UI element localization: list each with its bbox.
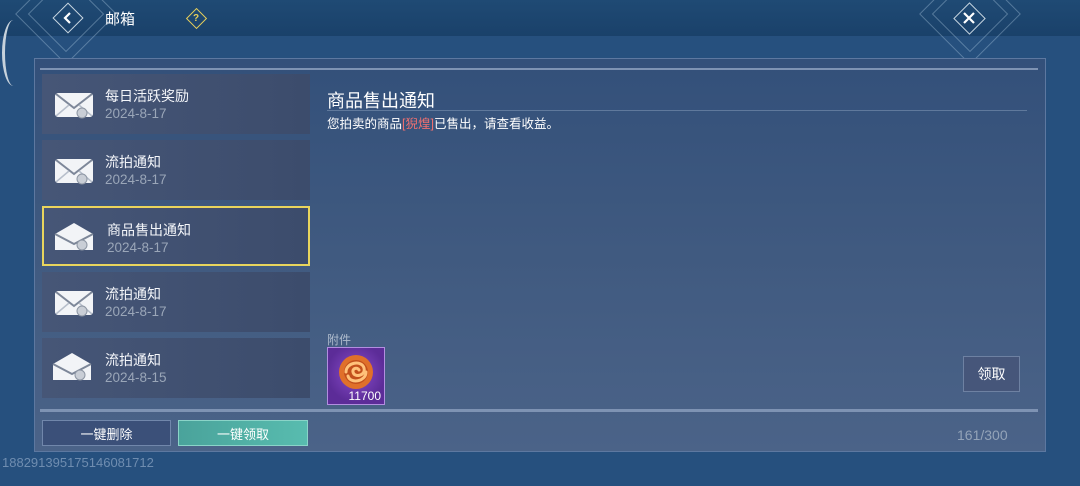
page-title: 邮箱 xyxy=(105,11,136,28)
mail-date: 2024-8-17 xyxy=(105,304,167,319)
detail-divider xyxy=(327,110,1027,111)
claim-all-button[interactable]: 一键领取 xyxy=(178,420,308,446)
mail-date: 2024-8-15 xyxy=(105,370,167,385)
back-button[interactable] xyxy=(52,2,84,34)
attachment-item[interactable]: 11700 xyxy=(327,347,385,405)
envelope-closed-icon xyxy=(55,159,93,185)
attachment-label: 附件 xyxy=(327,333,352,347)
mail-title: 流拍通知 xyxy=(105,352,161,368)
envelope-closed-icon xyxy=(55,93,93,119)
item-name-highlight: [猊煌] xyxy=(402,117,434,131)
mail-title: 商品售出通知 xyxy=(107,222,191,238)
mail-count: 161/300 xyxy=(957,427,1008,443)
mail-item[interactable]: 流拍通知 2024-8-15 xyxy=(42,338,310,398)
close-icon xyxy=(963,12,975,24)
body-text-before: 您拍卖的商品 xyxy=(327,117,403,131)
delete-all-button[interactable]: 一键删除 xyxy=(42,420,171,446)
mail-item[interactable]: 每日活跃奖励 2024-8-17 xyxy=(42,74,310,134)
close-button[interactable] xyxy=(952,1,986,35)
mail-title: 流拍通知 xyxy=(105,286,161,302)
panel-top-divider xyxy=(40,68,1038,70)
panel-bottom-divider xyxy=(40,409,1038,412)
mail-title: 每日活跃奖励 xyxy=(105,88,189,104)
envelope-closed-icon xyxy=(55,291,93,317)
help-button[interactable]: ? xyxy=(184,7,208,29)
chevron-left-icon xyxy=(63,12,71,24)
top-bar xyxy=(0,0,1080,65)
body-text-after: 已售出，请查看收益。 xyxy=(433,117,559,131)
attachment-count: 11700 xyxy=(348,389,381,403)
envelope-open-icon xyxy=(54,223,94,251)
envelope-open-icon xyxy=(52,353,92,381)
mail-item[interactable]: 流拍通知 2024-8-17 xyxy=(42,272,310,332)
mail-date: 2024-8-17 xyxy=(107,240,169,255)
mail-title: 流拍通知 xyxy=(105,154,161,170)
help-label: ? xyxy=(192,12,200,24)
mail-item-selected[interactable]: 商品售出通知 2024-8-17 xyxy=(42,206,310,266)
mail-item[interactable]: 流拍通知 2024-8-17 xyxy=(42,140,310,200)
mail-date: 2024-8-17 xyxy=(105,172,167,187)
user-id: 188291395175146081712 xyxy=(2,455,154,470)
mail-detail-body: 您拍卖的商品[猊煌]已售出，请查看收益。 xyxy=(327,113,559,132)
side-decoration xyxy=(2,20,25,86)
claim-button[interactable]: 领取 xyxy=(963,356,1020,392)
mail-date: 2024-8-17 xyxy=(105,106,167,121)
